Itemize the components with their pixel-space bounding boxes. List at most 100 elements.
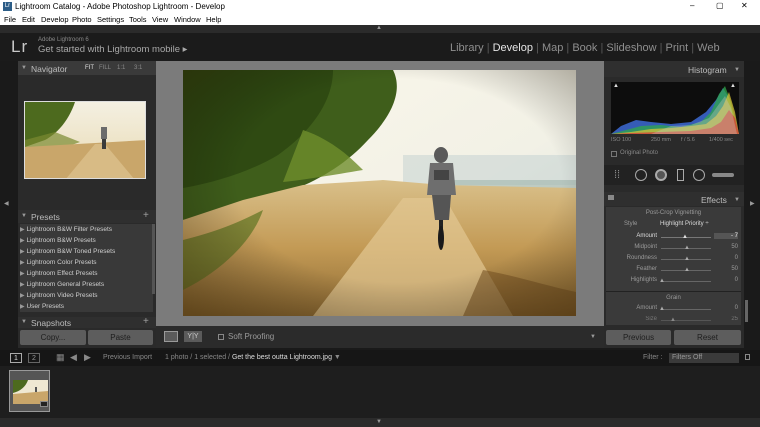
paste-button[interactable]: Paste (88, 330, 153, 345)
page-1-button[interactable]: 1 (10, 353, 22, 363)
slider-value[interactable]: 50 (714, 244, 738, 250)
slider-track[interactable] (661, 309, 711, 310)
slider-value[interactable]: 0 (714, 305, 738, 311)
filter-select[interactable]: Filters Off (669, 353, 739, 363)
module-slideshow[interactable]: Slideshow (606, 42, 656, 54)
top-panel-toggle-strip[interactable]: ▲ (0, 25, 760, 33)
loupe-view-icon[interactable] (164, 331, 178, 342)
before-after-button[interactable]: Y|Y (184, 331, 202, 342)
filter-lock-icon[interactable] (745, 354, 750, 360)
menu-develop[interactable]: Develop (41, 15, 69, 24)
collapse-left-icon[interactable]: ◀ (4, 200, 9, 207)
panel-switch-icon[interactable] (608, 195, 614, 200)
menu-file[interactable]: File (4, 15, 16, 24)
page-2-button[interactable]: 2 (28, 353, 40, 363)
reset-button[interactable]: Reset (674, 330, 741, 345)
preset-folder[interactable]: ▶ Lightroom B&W Toned Presets (20, 248, 115, 255)
zoom-3-1[interactable]: 3:1 (134, 65, 142, 71)
preset-folder[interactable]: ▶ Lightroom B&W Filter Presets (20, 226, 112, 233)
toolbar-menu-icon[interactable]: ▼ (590, 334, 596, 340)
presets-toggle-icon[interactable]: ▼ (21, 213, 27, 219)
add-snapshot-icon[interactable]: + (143, 316, 149, 327)
zoom-fill[interactable]: FILL (99, 65, 111, 71)
effects-header[interactable]: Effects ▼ (604, 192, 744, 206)
slider-value[interactable]: 25 (714, 316, 738, 322)
preset-folder[interactable]: ▶ Lightroom B&W Presets (20, 237, 96, 244)
add-preset-icon[interactable]: + (143, 210, 149, 221)
copy-button[interactable]: Copy... (20, 330, 86, 345)
shadow-clipping-icon[interactable]: ▲ (613, 83, 619, 89)
bottom-panel-toggle-strip[interactable]: ▼ (0, 418, 760, 427)
menu-photo[interactable]: Photo (72, 15, 92, 24)
spot-removal-icon[interactable] (635, 169, 647, 181)
collapse-bottom-icon[interactable]: ▼ (376, 419, 382, 425)
preset-folder[interactable]: ▶ User Presets (20, 303, 64, 310)
navigator-toggle-icon[interactable]: ▼ (21, 65, 27, 71)
minimize-button[interactable]: – (690, 1, 694, 10)
presets-header[interactable]: ▼ Presets + (18, 210, 156, 223)
menu-edit[interactable]: Edit (22, 15, 35, 24)
left-panel-scrollbar[interactable] (152, 224, 155, 294)
slider-thumb[interactable]: ▲ (684, 245, 690, 251)
slider-value[interactable]: 0 (714, 255, 738, 261)
menu-tools[interactable]: Tools (129, 15, 147, 24)
preset-folder[interactable]: ▶ Lightroom Video Presets (20, 292, 98, 299)
soft-proofing-checkbox[interactable] (218, 334, 224, 340)
mobile-promo-link[interactable]: Get started with Lightroom mobile ▸ (38, 44, 187, 55)
module-print[interactable]: Print (666, 42, 689, 54)
menu-view[interactable]: View (152, 15, 168, 24)
slider-value[interactable]: - 7 (714, 233, 738, 239)
histogram-toggle-icon[interactable]: ▼ (734, 67, 740, 73)
effects-toggle-icon[interactable]: ▼ (734, 197, 740, 203)
slider-thumb[interactable]: ▲ (659, 306, 665, 312)
filename-dropdown-icon[interactable]: ▼ (334, 354, 341, 361)
module-library[interactable]: Library (450, 42, 484, 54)
preset-folder[interactable]: ▶ Lightroom Effect Presets (20, 270, 98, 277)
snapshots-toggle-icon[interactable]: ▼ (21, 319, 27, 325)
module-web[interactable]: Web (697, 42, 719, 54)
slider-thumb[interactable]: ▲ (684, 256, 690, 262)
right-panel-scrollbar[interactable] (745, 300, 748, 322)
slider-value[interactable]: 0 (714, 277, 738, 283)
menu-window[interactable]: Window (174, 15, 201, 24)
zoom-fit[interactable]: FIT (85, 65, 94, 71)
slider-track[interactable] (661, 281, 711, 282)
slider-thumb[interactable]: ▲ (659, 278, 665, 284)
menu-help[interactable]: Help (206, 15, 221, 24)
module-book[interactable]: Book (572, 42, 597, 54)
collapse-top-icon[interactable]: ▲ (376, 25, 382, 31)
filmstrip-source[interactable]: Previous Import (103, 354, 152, 361)
slider-value[interactable]: 50 (714, 266, 738, 272)
radial-filter-icon[interactable] (693, 169, 705, 181)
filename[interactable]: Get the best outta Lightroom.jpg (232, 354, 332, 361)
red-eye-icon[interactable] (655, 169, 667, 181)
slider-thumb[interactable]: ▲ (682, 234, 688, 240)
histogram-graph[interactable]: ▲ ▲ (611, 82, 739, 134)
highlight-clipping-icon[interactable]: ▲ (730, 83, 736, 89)
vignette-style-select[interactable]: Highlight Priority ÷ (660, 221, 709, 227)
module-develop[interactable]: Develop (493, 42, 533, 54)
module-map[interactable]: Map (542, 42, 563, 54)
previous-button[interactable]: Previous (606, 330, 671, 345)
main-photo[interactable] (183, 70, 576, 316)
crop-tool-icon[interactable]: ⁞⁞ (614, 169, 620, 181)
navigator-header[interactable]: ▼ Navigator FIT FILL 1:1 3:1 (18, 61, 156, 75)
collapse-right-icon[interactable]: ▶ (750, 200, 755, 207)
slider-track[interactable] (661, 320, 711, 321)
menu-settings[interactable]: Settings (97, 15, 124, 24)
histogram-header[interactable]: Histogram ▼ (604, 61, 744, 77)
filmstrip-thumbnail[interactable] (9, 370, 50, 412)
graduated-filter-icon[interactable] (677, 169, 684, 181)
navigator-preview[interactable] (24, 101, 146, 179)
preset-folder[interactable]: ▶ Lightroom Color Presets (20, 259, 97, 266)
forward-arrow-icon[interactable]: ▶ (84, 352, 91, 363)
original-photo-checkbox[interactable] (611, 151, 617, 157)
adjustment-brush-icon[interactable] (712, 173, 734, 177)
slider-thumb[interactable]: ▲ (684, 267, 690, 273)
maximize-button[interactable]: ▢ (716, 1, 724, 10)
back-arrow-icon[interactable]: ◀ (70, 352, 77, 363)
close-button[interactable]: ✕ (741, 1, 748, 10)
snapshots-header[interactable]: ▼ Snapshots + (18, 316, 156, 328)
grid-view-icon[interactable]: ▦ (56, 352, 65, 363)
slider-thumb[interactable]: ▲ (670, 317, 676, 323)
